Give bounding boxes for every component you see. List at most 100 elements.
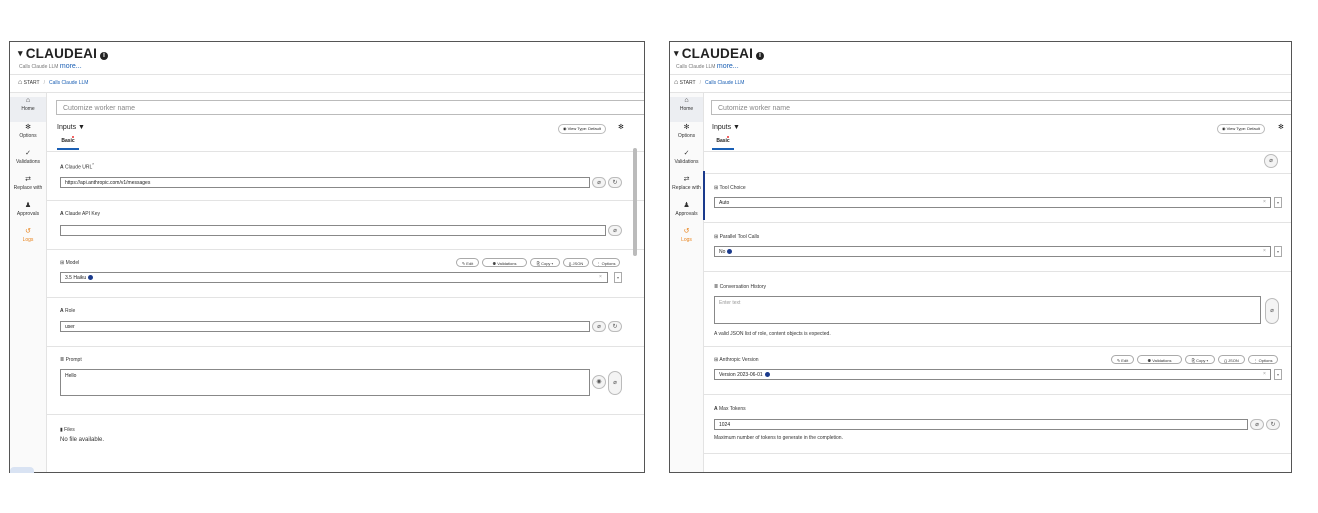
refresh-icon[interactable]: ↻ <box>1266 419 1280 430</box>
copy-label: Copy <box>541 261 551 266</box>
view-type-button[interactable]: ◉ View Type: Default <box>558 124 606 134</box>
badge-icon <box>727 249 733 254</box>
chevron-down-icon[interactable]: ▾ <box>1274 369 1282 380</box>
eye-icon[interactable]: ◉ <box>592 375 606 389</box>
options-button[interactable]: ⋮ Options <box>1248 355 1278 364</box>
refresh-icon[interactable]: ↻ <box>608 177 622 188</box>
link-icon[interactable]: ⌀ <box>608 225 622 236</box>
link-icon[interactable]: ⌀ <box>608 371 622 395</box>
worker-title: ▾ CLAUDEAI i <box>674 46 765 61</box>
eye-icon: ◉ <box>563 126 567 131</box>
link-icon[interactable]: ⌀ <box>592 177 606 188</box>
sidebar-item-options[interactable]: ✻ Options <box>670 124 703 149</box>
subtitle-text: Calls Claude LLM <box>19 64 59 70</box>
copy-button[interactable]: ⎘ Copy ▾ <box>1185 355 1215 364</box>
settings-gear-icon[interactable]: ✻ <box>1278 123 1284 131</box>
json-button[interactable]: {} JSON <box>1218 355 1245 364</box>
filter-icon[interactable]: ▼ <box>733 124 740 131</box>
sidebar-item-validations[interactable]: ✓ Validations <box>10 150 46 175</box>
copy-label: Copy <box>1196 358 1206 363</box>
tab-basic[interactable]: Basic <box>57 135 79 150</box>
clear-icon[interactable]: × <box>1263 371 1266 377</box>
sidebar-item-home[interactable]: ⌂ Home <box>10 97 46 122</box>
scrollbar[interactable] <box>633 148 637 256</box>
role-input[interactable]: user <box>60 321 590 332</box>
options-button[interactable]: ⋮ Options <box>592 258 620 267</box>
copy-button[interactable]: ⎘ Copy ▾ <box>530 258 560 267</box>
sidebar-item-home[interactable]: ⌂ Home <box>670 97 703 122</box>
parallel-tool-calls-select[interactable]: No <box>714 246 1271 257</box>
home-icon[interactable]: ⌂ <box>674 79 678 86</box>
chevron-down-icon[interactable]: ▾ <box>1274 246 1282 257</box>
link-icon[interactable]: ⌀ <box>592 321 606 332</box>
collapse-caret-icon[interactable]: ▾ <box>18 48 23 58</box>
bottom-tab[interactable] <box>10 467 34 473</box>
field-claude-api-key: A Claude API Key ⌀ <box>46 200 644 250</box>
worker-name-input[interactable]: Cutomize worker name <box>711 100 1291 115</box>
worker-name-input[interactable]: Cutomize worker name <box>56 100 644 115</box>
link-icon[interactable]: ⌀ <box>1265 298 1279 324</box>
sidebar-label: Options <box>677 133 696 139</box>
view-type-button[interactable]: ◉ View Type: Default <box>1217 124 1265 134</box>
sidebar-label: Validations <box>674 159 699 165</box>
home-icon[interactable]: ⌂ <box>18 79 22 86</box>
textarea-type-icon: ≣ <box>714 284 719 290</box>
required-dot <box>72 136 74 138</box>
files-empty-text: No file available. <box>60 437 105 443</box>
conversation-history-textarea[interactable]: Enter text <box>714 296 1261 324</box>
json-button[interactable]: {} JSON <box>563 258 589 267</box>
edit-button[interactable]: ✎ Edit <box>456 258 479 267</box>
label-text: Role <box>65 308 76 314</box>
refresh-icon[interactable]: ↻ <box>608 321 622 332</box>
breadcrumb-start[interactable]: START <box>24 80 40 86</box>
inputs-heading[interactable]: Inputs ▼ <box>57 124 85 131</box>
inputs-label: Inputs <box>712 124 732 131</box>
sidebar-item-logs[interactable]: ↺ Logs <box>670 228 703 253</box>
sidebar-item-approvals[interactable]: ♟ Approvals <box>670 202 703 227</box>
inputs-heading[interactable]: Inputs ▼ <box>712 124 740 131</box>
model-select[interactable]: 3.5 Haiku <box>60 272 608 283</box>
chevron-down-icon[interactable]: ▾ <box>1274 197 1282 208</box>
collapse-caret-icon[interactable]: ▾ <box>674 48 679 58</box>
validations-icon: ✓ <box>683 150 690 157</box>
sidebar-item-replace-with[interactable]: ⇄ Replace with <box>670 176 703 201</box>
chevron-down-icon[interactable]: ▾ <box>614 272 622 283</box>
clear-icon[interactable]: × <box>599 274 602 280</box>
breadcrumb-current[interactable]: Calls Claude LLM <box>705 80 744 86</box>
sidebar-item-replace-with[interactable]: ⇄ Replace with <box>10 176 46 201</box>
api-key-input[interactable] <box>60 225 606 236</box>
more-link[interactable]: more... <box>717 63 739 70</box>
link-icon[interactable]: ⌀ <box>1250 419 1264 430</box>
validations-button[interactable]: ⚉ Validations <box>1137 355 1182 364</box>
filter-icon[interactable]: ▼ <box>78 124 85 131</box>
label-text: Conversation History <box>719 284 766 290</box>
sidebar-item-logs[interactable]: ↺ Logs <box>10 228 46 253</box>
sidebar-item-options[interactable]: ✻ Options <box>10 124 46 149</box>
sidebar: ⌂ Home ✻ Options ✓ Validations ⇄ Replace wit… <box>670 93 704 472</box>
tool-choice-select[interactable]: Auto <box>714 197 1271 208</box>
clear-icon[interactable]: × <box>1263 199 1266 205</box>
field-label: ≣ Conversation History <box>714 284 766 290</box>
sidebar-item-validations[interactable]: ✓ Validations <box>670 150 703 175</box>
claude-url-input[interactable]: https://api.anthropic.com/v1/messages <box>60 177 590 188</box>
sidebar-item-approvals[interactable]: ♟ Approvals <box>10 202 46 227</box>
prompt-textarea[interactable]: Hello <box>60 369 590 396</box>
max-tokens-input[interactable]: 1024 <box>714 419 1248 430</box>
tab-basic[interactable]: Basic <box>712 135 734 150</box>
info-icon[interactable]: i <box>756 52 765 60</box>
link-icon[interactable]: ⌀ <box>1264 154 1278 168</box>
label-text: Files <box>64 427 75 433</box>
select-value: Version 2023-06-01 <box>719 372 763 378</box>
anthropic-version-select[interactable]: Version 2023-06-01 <box>714 369 1271 380</box>
validations-button[interactable]: ⚉ Validations <box>482 258 527 267</box>
more-link[interactable]: more... <box>60 63 82 70</box>
swap-icon: ⇄ <box>25 176 31 183</box>
sidebar-label: Home <box>679 106 694 112</box>
edit-button[interactable]: ✎ Edit <box>1111 355 1134 364</box>
breadcrumb-start[interactable]: START <box>680 80 696 86</box>
clear-icon[interactable]: × <box>1263 248 1266 254</box>
info-icon[interactable]: i <box>100 52 109 60</box>
settings-gear-icon[interactable]: ✻ <box>618 123 624 131</box>
select-type-icon: ⊞ <box>60 260 65 266</box>
breadcrumb-current[interactable]: Calls Claude LLM <box>49 80 88 86</box>
